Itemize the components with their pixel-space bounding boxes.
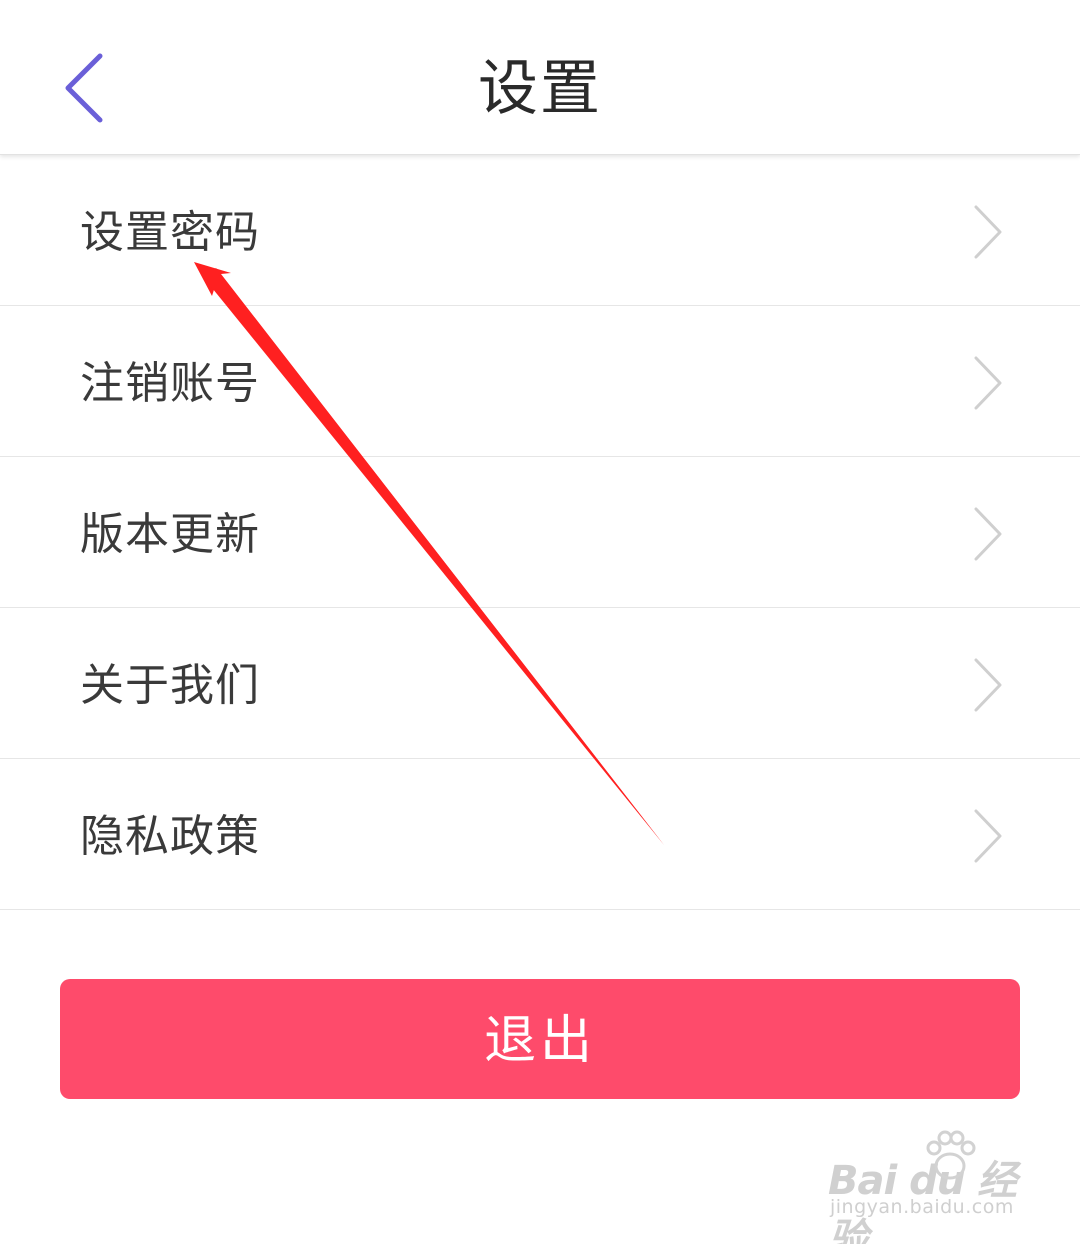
watermark-logo: Bai du 经验 <box>828 1158 1017 1244</box>
menu-item-version-update[interactable]: 版本更新 <box>0 457 1080 608</box>
menu-item-label: 隐私政策 <box>80 811 260 862</box>
menu-item-label: 注销账号 <box>80 358 260 409</box>
top-navigation-bar: 设置 <box>0 0 1080 155</box>
chevron-right-icon <box>972 656 1004 714</box>
menu-item-deactivate-account[interactable]: 注销账号 <box>0 306 1080 457</box>
page-title: 设置 <box>478 54 602 124</box>
chevron-right-icon <box>972 505 1004 563</box>
menu-item-label: 版本更新 <box>80 509 260 560</box>
menu-item-set-password[interactable]: 设置密码 <box>0 155 1080 306</box>
menu-item-privacy-policy[interactable]: 隐私政策 <box>0 759 1080 910</box>
chevron-right-icon <box>972 203 1004 261</box>
menu-item-label: 关于我们 <box>80 660 260 711</box>
settings-page: 设置 设置密码 注销账号 版本更新 关于我们 隐私政策 退出 Bai du 经验… <box>0 0 1080 1244</box>
chevron-right-icon <box>972 354 1004 412</box>
settings-menu: 设置密码 注销账号 版本更新 关于我们 隐私政策 <box>0 155 1080 910</box>
menu-item-about-us[interactable]: 关于我们 <box>0 608 1080 759</box>
menu-item-label: 设置密码 <box>80 207 260 258</box>
chevron-right-icon <box>972 807 1004 865</box>
logout-button[interactable]: 退出 <box>60 979 1020 1099</box>
chevron-left-icon <box>65 53 103 123</box>
baidu-jingyan-watermark: Bai du 经验 jingyan.baidu.com <box>828 1126 1024 1244</box>
back-button[interactable] <box>50 40 130 136</box>
watermark-url: jingyan.baidu.com <box>830 1196 1014 1218</box>
paw-icon <box>926 1130 976 1180</box>
